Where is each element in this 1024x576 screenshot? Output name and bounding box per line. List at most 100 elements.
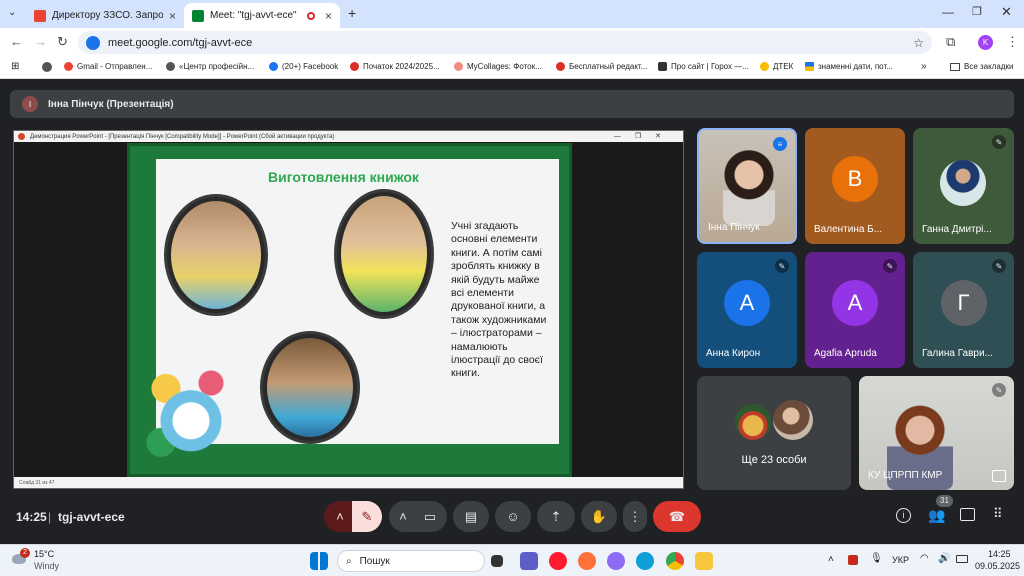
forward-icon[interactable]: → bbox=[34, 34, 47, 49]
more-participants-tile[interactable]: Ще 23 особи bbox=[697, 376, 851, 490]
gmail-icon bbox=[34, 9, 46, 22]
more-bookmarks-icon[interactable]: » bbox=[921, 61, 927, 72]
mic-off-icon: ✎ bbox=[883, 259, 897, 273]
reload-icon[interactable]: ↻ bbox=[57, 34, 68, 50]
meet-icon bbox=[192, 9, 204, 22]
hand-icon: ✋ bbox=[590, 508, 608, 524]
globe-icon[interactable] bbox=[42, 62, 52, 72]
participant-tile[interactable]: Г ✎ Галина Гаври... bbox=[913, 252, 1014, 368]
new-tab-icon[interactable]: + bbox=[348, 5, 356, 21]
camera-toggle-button[interactable]: ▭ bbox=[413, 501, 447, 532]
bookmark-facebook[interactable]: (20+) Facebook bbox=[269, 62, 338, 71]
present-icon: ⇡ bbox=[550, 508, 562, 524]
participant-name: Валентина Б... bbox=[814, 224, 883, 235]
weather-condition: Windy bbox=[34, 561, 60, 571]
notification-badge: 2 bbox=[20, 548, 30, 558]
tab-director[interactable]: Директору ЗЗСО. Запрошення × bbox=[26, 3, 184, 28]
participant-avatar bbox=[773, 400, 813, 440]
clock-date[interactable]: 09.05.2025 bbox=[975, 561, 1020, 571]
captions-button[interactable]: ▤ bbox=[453, 501, 489, 532]
close-tab-icon[interactable]: × bbox=[169, 9, 176, 23]
tab-list-dropdown-icon[interactable]: ⌄ bbox=[8, 7, 16, 18]
presenter-avatar: І bbox=[22, 96, 38, 112]
participant-avatar: А bbox=[832, 280, 878, 326]
info-icon[interactable]: i bbox=[896, 508, 911, 523]
wifi-icon[interactable]: ◠ bbox=[920, 553, 929, 564]
apps-icon[interactable]: ⊞ bbox=[11, 61, 19, 72]
bookmark-centre[interactable]: «Центр професійн... bbox=[166, 62, 254, 71]
participant-name: Інна Пінчук bbox=[708, 222, 760, 233]
powerpoint-icon bbox=[18, 133, 25, 140]
menu-icon[interactable]: ⋮ bbox=[1006, 34, 1019, 50]
bell-icon bbox=[735, 404, 771, 440]
restore-icon[interactable]: ❐ bbox=[972, 5, 982, 18]
participant-tile[interactable]: А ✎ Agafia Apruda bbox=[805, 252, 905, 368]
pin-icon[interactable] bbox=[992, 470, 1006, 482]
bookmark-goroh[interactable]: Про сайт | Горох —... bbox=[658, 62, 749, 71]
book-decoration bbox=[136, 356, 236, 464]
tab-meet[interactable]: Meet: "tgj-avvt-ece" × bbox=[184, 3, 340, 28]
bookmark-gmail[interactable]: Gmail - Отправлен... bbox=[64, 62, 152, 71]
more-options-button[interactable]: ⋮ bbox=[623, 501, 647, 532]
chrome-icon[interactable] bbox=[666, 552, 684, 570]
minimize-icon[interactable]: — bbox=[942, 5, 954, 19]
firefox-icon[interactable] bbox=[578, 552, 596, 570]
address-bar[interactable]: meet.google.com/tgj-avvt-ece ☆ bbox=[78, 31, 932, 54]
participant-tile[interactable]: ✎ КУ ЦПРПП КМР bbox=[859, 376, 1014, 490]
profile-avatar[interactable]: K bbox=[978, 35, 993, 50]
leave-call-button[interactable]: ☎ bbox=[653, 501, 701, 532]
tray-app-icon[interactable] bbox=[848, 555, 858, 565]
flag-icon bbox=[805, 62, 814, 71]
input-language[interactable]: УКР bbox=[892, 555, 909, 565]
windows-start-icon[interactable] bbox=[310, 552, 328, 570]
teams-icon[interactable] bbox=[520, 552, 538, 570]
close-tab-icon[interactable]: × bbox=[325, 9, 332, 23]
microphone-icon[interactable]: 🎙 bbox=[870, 553, 883, 564]
participant-tile[interactable]: ✎ Ганна Дмитрі... bbox=[913, 128, 1014, 244]
taskbar: 2 15°C Windy ⌕ Пошук ˄ 🎙 УКР ◠ 🔊 14:25 0… bbox=[0, 544, 1024, 576]
emoji-icon: ☺ bbox=[506, 509, 520, 524]
edge-icon[interactable] bbox=[636, 552, 654, 570]
file-explorer-icon[interactable] bbox=[695, 552, 713, 570]
raise-hand-button[interactable]: ✋ bbox=[581, 501, 617, 532]
participant-avatar: В bbox=[832, 156, 878, 202]
participant-name: Ганна Дмитрі... bbox=[922, 224, 992, 235]
participant-tile[interactable]: А ✎ Анна Кирон bbox=[697, 252, 797, 368]
extensions-icon[interactable]: ⧉ bbox=[946, 34, 955, 50]
speaking-icon: ≡ bbox=[773, 137, 787, 151]
chat-icon[interactable] bbox=[960, 508, 975, 521]
activities-icon[interactable]: ⠿ bbox=[993, 506, 1003, 522]
present-button[interactable]: ⇡ bbox=[537, 501, 575, 532]
copilot-icon[interactable] bbox=[607, 552, 625, 570]
gmail-icon bbox=[64, 62, 73, 71]
bookmark-mycollages[interactable]: MyCollages: Фоток... bbox=[454, 62, 542, 71]
bookmark-start[interactable]: Початок 2024/2025... bbox=[350, 62, 440, 71]
all-bookmarks[interactable]: Все закладки bbox=[950, 62, 1013, 71]
participant-tile[interactable]: В Валентина Б... bbox=[805, 128, 905, 244]
window-close-icon[interactable]: ✕ bbox=[1001, 4, 1012, 20]
participant-tile[interactable]: ≡ Інна Пінчук bbox=[697, 128, 797, 244]
reactions-button[interactable]: ☺ bbox=[495, 501, 531, 532]
bookmark-star-icon[interactable]: ☆ bbox=[913, 36, 924, 50]
battery-icon[interactable] bbox=[956, 555, 968, 563]
mic-off-icon: ✎ bbox=[361, 508, 373, 524]
opera-icon[interactable] bbox=[549, 552, 567, 570]
mic-toggle-button[interactable]: ✎ bbox=[352, 501, 382, 532]
volume-icon[interactable]: 🔊 bbox=[938, 553, 950, 564]
people-icon[interactable]: 👥 bbox=[928, 507, 945, 524]
camera-icon: ▭ bbox=[423, 508, 437, 524]
site-info-icon[interactable] bbox=[86, 35, 100, 50]
task-view-icon[interactable] bbox=[491, 555, 503, 567]
clock-time[interactable]: 14:25 bbox=[988, 549, 1011, 559]
mic-off-icon: ✎ bbox=[992, 135, 1006, 149]
bookmark-editor[interactable]: Бесплатный редакт... bbox=[556, 62, 647, 71]
tray-chevron-icon[interactable]: ˄ bbox=[828, 554, 834, 565]
taskbar-search[interactable]: ⌕ Пошук bbox=[337, 550, 485, 572]
mic-off-icon: ✎ bbox=[992, 259, 1006, 273]
ppt-window-controls[interactable]: —❐✕ bbox=[614, 132, 675, 140]
folder-icon bbox=[950, 62, 960, 71]
bookmark-dates[interactable]: знаменні дати, пот... bbox=[805, 62, 893, 71]
bookmark-dtek[interactable]: ДТЕК bbox=[760, 62, 793, 71]
editor-icon bbox=[556, 62, 565, 71]
back-icon[interactable]: ← bbox=[10, 34, 23, 49]
